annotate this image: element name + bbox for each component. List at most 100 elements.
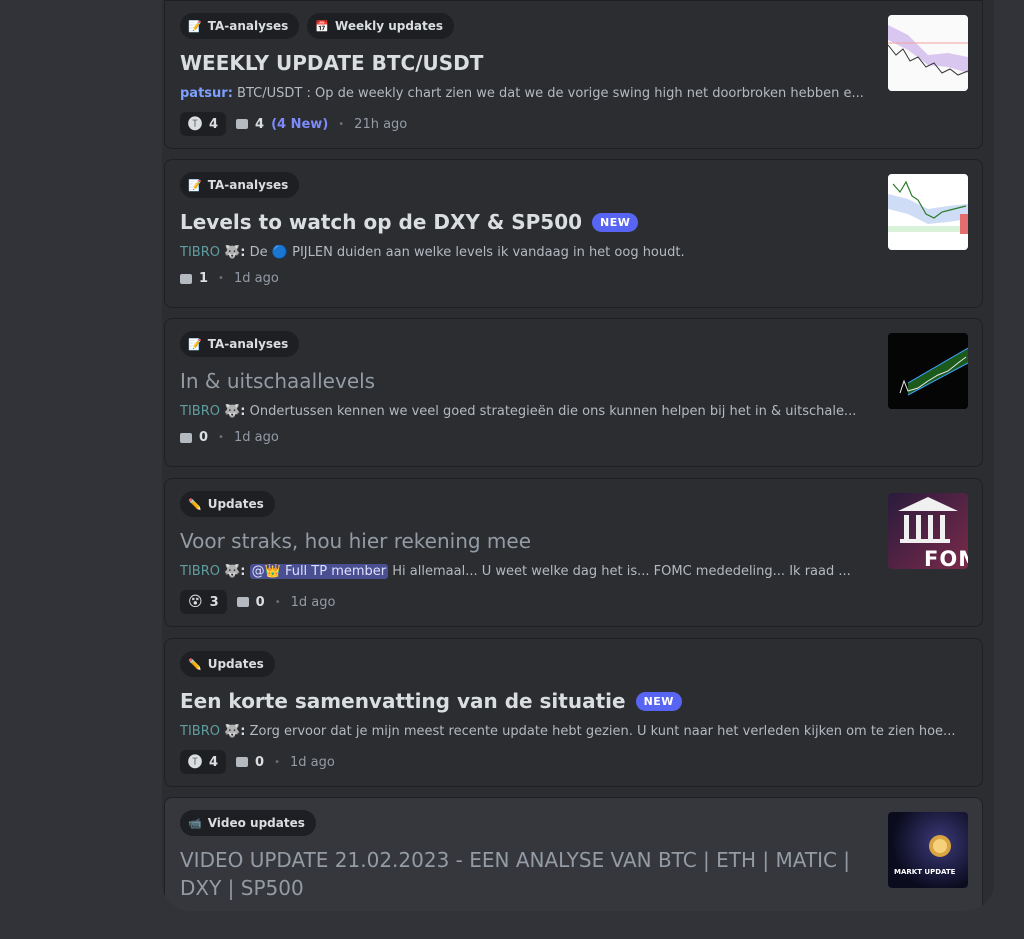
- author-name-text: TIBRO 🐺: [180, 724, 241, 739]
- author-name[interactable]: TIBRO 🐺: [180, 724, 240, 739]
- thread-thumbnail[interactable]: [888, 15, 968, 91]
- preview-text: Hi allemaal... U weet welke dag het is..…: [392, 564, 851, 579]
- separator-dot: •: [274, 596, 281, 608]
- preview-text: BTC/USDT : Op de weekly chart zien we da…: [237, 86, 864, 101]
- separator-dot: •: [218, 432, 224, 443]
- preview-text: Zorg ervoor dat je mijn meest recente up…: [249, 724, 956, 739]
- reaction-pill[interactable]: 🅣 4: [180, 750, 227, 774]
- tag-ta-analyses[interactable]: 📝 TA-analyses: [180, 331, 300, 357]
- thread-thumbnail[interactable]: FOM: [888, 493, 968, 569]
- author-name-text: TIBRO 🐺: [180, 404, 241, 419]
- tag-ta-analyses[interactable]: 📝 TA-analyses: [180, 13, 300, 39]
- tag-label: Updates: [207, 497, 264, 511]
- thread-title[interactable]: WEEKLY UPDATE BTC/USDT: [180, 51, 483, 75]
- thread-card-voor-straks[interactable]: ✏️ Updates Voor straks, hou hier rekening…: [164, 478, 983, 627]
- thread-card-levels-to-watch[interactable]: 📝 TA-analyses Levels to watch op de DXY &…: [164, 159, 983, 308]
- thread-title-text: WEEKLY UPDATE BTC/USDT: [180, 51, 484, 75]
- preview-text: Ondertussen kennen we veel goed strategi…: [249, 404, 857, 419]
- thread-title[interactable]: VIDEO UPDATE 21.02.2023 - EEN ANALYSE VA…: [180, 846, 850, 902]
- preview-text-start: De: [249, 245, 268, 260]
- chat-bubble-icon: [236, 119, 249, 129]
- thread-meta: 0 • 1d ago: [180, 430, 279, 445]
- comment-count: 4 (4 New): [236, 117, 328, 132]
- thread-title-text: Een korte samenvatting van de situatie: [180, 689, 626, 713]
- calendar-icon: 📅: [315, 19, 330, 33]
- thread-tags: 📝 TA-analyses: [180, 331, 300, 357]
- thread-meta: 😵 3 0 • 1d ago: [180, 590, 335, 614]
- thumbnail-caption: MARKT UPDATE: [894, 868, 956, 876]
- thread-title-line-2: DXY | SP500: [180, 876, 304, 900]
- reaction-pill[interactable]: 🅣 4: [180, 112, 227, 136]
- comment-count: 1: [180, 271, 208, 286]
- thread-timestamp: 1d ago: [233, 271, 279, 286]
- tag-updates[interactable]: ✏️ Updates: [180, 491, 275, 517]
- comment-count-value: 4: [255, 116, 265, 132]
- tag-video-updates[interactable]: 📹 Video updates: [180, 810, 316, 836]
- thread-tags: ✏️ Updates: [180, 491, 275, 517]
- author-name-text: TIBRO 🐺: [180, 245, 241, 260]
- tag-updates[interactable]: ✏️ Updates: [180, 651, 275, 677]
- thread-preview: TIBRO 🐺: @👑 Full TP member Hi allemaal..…: [180, 564, 875, 579]
- reaction-emoji-icon: 🅣: [188, 755, 202, 771]
- new-comments-count[interactable]: (4 New): [271, 117, 328, 132]
- chart-thumbnail-image: [888, 15, 968, 91]
- thread-preview: patsur: BTC/USDT : Op de weekly chart zi…: [180, 86, 875, 101]
- reaction-emoji-icon: 🅣: [188, 117, 202, 133]
- reaction-count: 4: [209, 116, 219, 132]
- thread-tags: 📹 Video updates: [180, 810, 316, 836]
- thread-card-weekly-update[interactable]: 📝 TA-analyses 📅 Weekly updates WEEKLY UPDA…: [164, 0, 983, 149]
- reaction-emoji-icon: 😵: [188, 594, 203, 610]
- comment-count-value: 0: [199, 430, 209, 445]
- thread-thumbnail[interactable]: [888, 333, 968, 409]
- comment-count: 0: [236, 595, 265, 610]
- thread-title[interactable]: Voor straks, hou hier rekening mee: [180, 529, 531, 553]
- author-name[interactable]: TIBRO 🐺: [180, 564, 240, 579]
- thread-title[interactable]: In & uitschaallevels: [180, 369, 375, 393]
- chat-bubble-icon: [236, 757, 249, 767]
- thread-meta: 1 • 1d ago: [180, 271, 279, 286]
- thread-card-in-uitschaallevels[interactable]: 📝 TA-analyses In & uitschaallevels TIBRO …: [164, 318, 983, 467]
- author-separator: :: [240, 404, 246, 419]
- thread-meta: 🅣 4 4 (4 New) • 21h ago: [180, 112, 407, 136]
- comment-count: 0: [236, 755, 264, 770]
- author-name-text: TIBRO 🐺: [180, 564, 241, 579]
- video-icon: 📹: [188, 816, 202, 830]
- chart-thumbnail-image: [888, 174, 968, 250]
- thread-card-video-update[interactable]: 📹 Video updates VIDEO UPDATE 21.02.2023 -…: [164, 797, 983, 911]
- thread-title[interactable]: Levels to watch op de DXY & SP500 NEW: [180, 210, 639, 234]
- thread-thumbnail[interactable]: [888, 174, 968, 250]
- thread-tags: 📝 TA-analyses: [180, 172, 300, 198]
- video-thumbnail-image: [929, 835, 951, 857]
- author-name[interactable]: patsur: [180, 86, 228, 101]
- thread-title[interactable]: Een korte samenvatting van de situatie NE…: [180, 689, 682, 713]
- thread-timestamp: 21h ago: [354, 116, 408, 132]
- thread-preview: TIBRO 🐺: De 🔵 PIJLEN duiden aan welke le…: [180, 245, 875, 260]
- thread-timestamp: 1d ago: [233, 430, 279, 445]
- chat-bubble-icon: [180, 432, 192, 443]
- thread-preview: TIBRO 🐺: Zorg ervoor dat je mijn meest r…: [180, 724, 970, 739]
- thread-thumbnail[interactable]: MARKT UPDATE: [888, 812, 968, 888]
- preview-text: PIJLEN duiden aan welke levels ik vandaa…: [292, 245, 685, 260]
- tag-ta-analyses[interactable]: 📝 TA-analyses: [180, 172, 300, 198]
- author-separator: :: [240, 564, 246, 579]
- tag-weekly-updates[interactable]: 📅 Weekly updates: [307, 13, 455, 39]
- thread-title-line-1: VIDEO UPDATE 21.02.2023 - EEN ANALYSE VA…: [180, 848, 851, 872]
- tag-label: TA-analyses: [207, 19, 289, 33]
- separator-dot: •: [274, 756, 280, 768]
- reaction-count: 4: [209, 754, 219, 770]
- author-name[interactable]: TIBRO 🐺: [180, 404, 240, 419]
- pencil-icon: ✏️: [188, 497, 202, 511]
- thread-title-text: In & uitschaallevels: [180, 369, 376, 393]
- role-mention[interactable]: @👑 Full TP member: [249, 564, 389, 579]
- memo-icon: 📝: [188, 19, 202, 33]
- thread-card-korte-samenvatting[interactable]: ✏️ Updates Een korte samenvatting van de …: [164, 638, 983, 787]
- tag-label: TA-analyses: [207, 178, 289, 192]
- author-separator: :: [240, 245, 246, 260]
- tag-label: Video updates: [207, 816, 305, 830]
- thread-preview: TIBRO 🐺: Ondertussen kennen we veel goed…: [180, 404, 875, 419]
- reaction-pill[interactable]: 😵 3: [180, 590, 227, 614]
- separator-dot: •: [218, 273, 224, 284]
- author-name[interactable]: TIBRO 🐺: [180, 245, 240, 260]
- thread-tags: 📝 TA-analyses 📅 Weekly updates: [180, 13, 455, 39]
- tag-label: TA-analyses: [207, 337, 289, 351]
